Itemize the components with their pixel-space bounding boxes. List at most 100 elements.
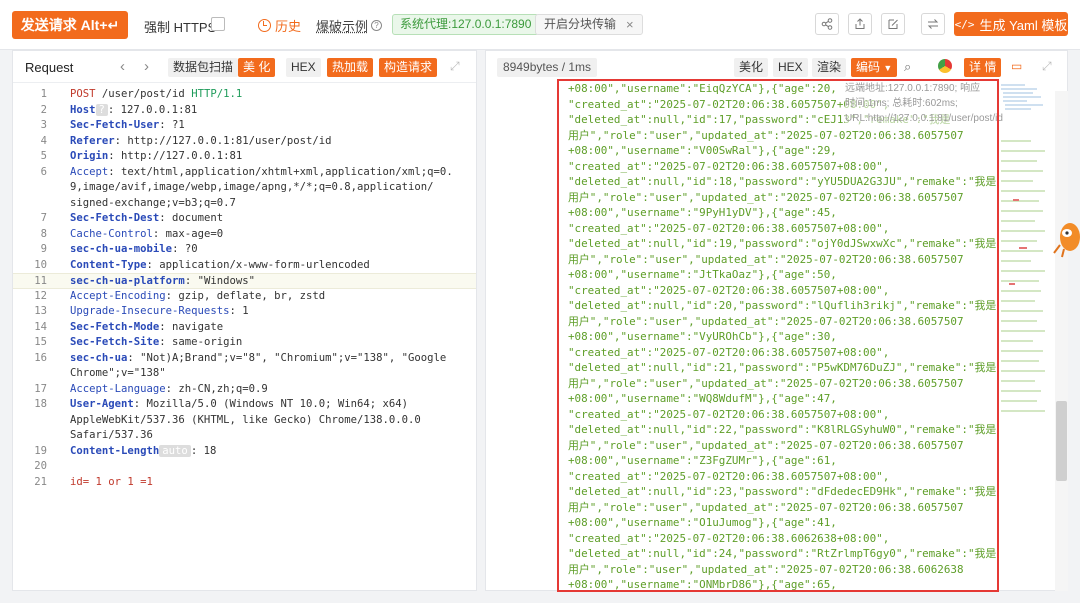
- generate-yaml-button[interactable]: </> 生成 Yaml 模板: [954, 12, 1068, 36]
- encoding-label: 编码: [856, 60, 881, 74]
- code-line: 20: [13, 459, 476, 475]
- hot-reload-button[interactable]: 热加载: [327, 58, 374, 77]
- code-token: : navigate: [159, 320, 224, 333]
- code-token: Sec-Fetch-User: [70, 119, 160, 131]
- response-size: 8949bytes / 1ms: [497, 58, 598, 77]
- code-line: AppleWebKit/537.36 (KHTML, like Gecko) C…: [13, 413, 476, 429]
- history-button[interactable]: 历史: [258, 16, 301, 35]
- packet-scan-button[interactable]: 数据包扫描: [168, 58, 239, 77]
- code-token: Sec-Fetch-Dest: [70, 212, 160, 224]
- code-token: Cache-Control: [70, 227, 153, 240]
- line-number: 1: [40, 88, 47, 100]
- vertical-scrollbar[interactable]: [1055, 91, 1068, 591]
- line-text: Safari/537.36: [70, 428, 468, 444]
- chrome-icon[interactable]: [938, 59, 952, 73]
- code-line: signed-exchange;v=b3;q=0.7: [13, 196, 476, 212]
- send-request-button[interactable]: 发送请求 Alt+↵: [12, 11, 128, 39]
- code-line: Chrome";v="138": [13, 366, 476, 382]
- code-line: 6 Accept: text/html,application/xhtml+xml…: [13, 165, 476, 181]
- code-token: Upgrade-Insecure-Requests: [70, 305, 230, 317]
- code-line: 12 Accept-Encoding: gzip, deflate, br, zs…: [13, 289, 476, 305]
- code-token: Host: [70, 103, 96, 116]
- code-line: 9,image/avif,image/webp,image/apng,*/*;q…: [13, 180, 476, 196]
- line-number: 12: [34, 289, 47, 302]
- edit-icon[interactable]: [881, 13, 905, 35]
- chunked-transfer-toggle[interactable]: 开启分块传输 ×: [535, 14, 643, 35]
- code-token: : gzip, deflate, br, zstd: [165, 289, 326, 302]
- chunked-transfer-label: 开启分块传输: [544, 17, 617, 31]
- beautify-button[interactable]: 美化: [734, 58, 769, 77]
- line-number: 15: [34, 336, 47, 348]
- beautify-button[interactable]: 美 化: [238, 58, 276, 77]
- request-header: Request ‹ › 数据包扫描 美 化 HEX 热加载 构造请求 ⤢: [13, 51, 476, 83]
- code-token: Content-Type: [70, 258, 147, 271]
- line-number: 4: [40, 134, 47, 147]
- code-line: 15 Sec-Fetch-Site: same-origin: [13, 335, 476, 351]
- code-token: Sec-Fetch-Site: [70, 336, 160, 348]
- code-token: : "Not)A;Brand";v="8", "Chromium";v="138…: [127, 351, 447, 364]
- force-https-checkbox[interactable]: [211, 17, 225, 31]
- code-token: sec-ch-ua-platform: [70, 275, 185, 287]
- code-token: : max-age=0: [152, 227, 224, 240]
- code-token: Content-Length: [70, 444, 160, 457]
- code-token: Accept: [70, 165, 109, 178]
- code-token: : ?1: [159, 119, 185, 131]
- close-icon[interactable]: ×: [626, 15, 634, 34]
- line-number: 21: [34, 475, 47, 488]
- top-toolbar: 发送请求 Alt+↵ 强制 HTTPS 历史 爆破示例 ? 系统代理:127.0…: [0, 0, 1080, 50]
- code-line: 11 sec-ch-ua-platform: "Windows": [13, 273, 476, 289]
- search-icon[interactable]: ⌕: [904, 59, 911, 75]
- expand-icon[interactable]: ⤢: [1042, 59, 1052, 74]
- line-number: 10: [34, 258, 47, 271]
- code-token: AppleWebKit/537.36 (KHTML, like Gecko) C…: [70, 413, 421, 426]
- system-proxy-badge[interactable]: 系统代理:127.0.0.1:7890: [392, 14, 540, 35]
- hex-button[interactable]: HEX: [773, 58, 808, 77]
- code-token: signed-exchange;v=b3;q=0.7: [70, 196, 236, 209]
- code-token: : same-origin: [159, 336, 243, 348]
- export-icon[interactable]: [848, 13, 872, 35]
- line-text: Accept-Encoding: gzip, deflate, br, zstd: [70, 289, 468, 305]
- share-icon[interactable]: [815, 13, 839, 35]
- code-token: : 1: [229, 305, 249, 317]
- code-line: 13 Upgrade-Insecure-Requests: 1: [13, 304, 476, 320]
- code-line: 1 POST /user/post/id HTTP/1.1: [13, 87, 476, 103]
- code-line: 4 Referer: http://127.0.0.1:81/user/post/…: [13, 134, 476, 150]
- blast-example-link[interactable]: 爆破示例 ?: [316, 16, 383, 35]
- code-token: /user/post/id: [95, 88, 192, 100]
- clock-icon: [258, 19, 271, 32]
- line-text: Sec-Fetch-Site: same-origin: [70, 335, 468, 351]
- chevron-left-icon[interactable]: ‹: [120, 58, 125, 75]
- code-token: : document: [159, 212, 224, 224]
- swap-icon[interactable]: [921, 13, 945, 35]
- generate-yaml-label: 生成 Yaml 模板: [979, 17, 1068, 33]
- line-number: 13: [34, 305, 47, 317]
- code-line: 17 Accept-Language: zh-CN,zh;q=0.9: [13, 382, 476, 398]
- line-text: 9,image/avif,image/webp,image/apng,*/*;q…: [70, 180, 468, 196]
- code-token: sec-ch-ua-mobile: [70, 243, 173, 255]
- line-text: Chrome";v="138": [70, 366, 468, 382]
- code-line: 16 sec-ch-ua: "Not)A;Brand";v="8", "Chrom…: [13, 351, 476, 367]
- expand-icon[interactable]: ⤢: [450, 59, 460, 74]
- line-text: Sec-Fetch-User: ?1: [70, 118, 468, 134]
- render-button[interactable]: 渲染: [812, 58, 847, 77]
- force-https-label: 强制 HTTPS: [144, 20, 217, 35]
- code-line: 5 Origin: http://127.0.0.1:81: [13, 149, 476, 165]
- request-title: Request: [25, 60, 74, 75]
- construct-request-button[interactable]: 构造请求: [379, 58, 438, 77]
- line-number: 14: [34, 320, 47, 333]
- code-line: 9 sec-ch-ua-mobile: ?0: [13, 242, 476, 258]
- details-button[interactable]: 详 情: [964, 58, 1002, 77]
- line-text: sec-ch-ua-mobile: ?0: [70, 242, 468, 258]
- hex-button[interactable]: HEX: [286, 58, 321, 77]
- history-label: 历史: [275, 19, 302, 34]
- encoding-dropdown[interactable]: 编码 ▼: [851, 58, 898, 77]
- scrollbar-thumb[interactable]: [1056, 401, 1067, 481]
- line-number: 19: [34, 444, 47, 457]
- code-token: HTTP/1.1: [191, 88, 243, 100]
- code-token: Safari/537.36: [70, 429, 153, 441]
- code-token: Origin: [70, 150, 109, 162]
- code-token: : http://127.0.0.1:81: [108, 150, 243, 162]
- chevron-right-icon[interactable]: ›: [144, 58, 149, 75]
- comment-icon[interactable]: ▭: [1011, 59, 1022, 73]
- line-number: 11: [34, 275, 47, 287]
